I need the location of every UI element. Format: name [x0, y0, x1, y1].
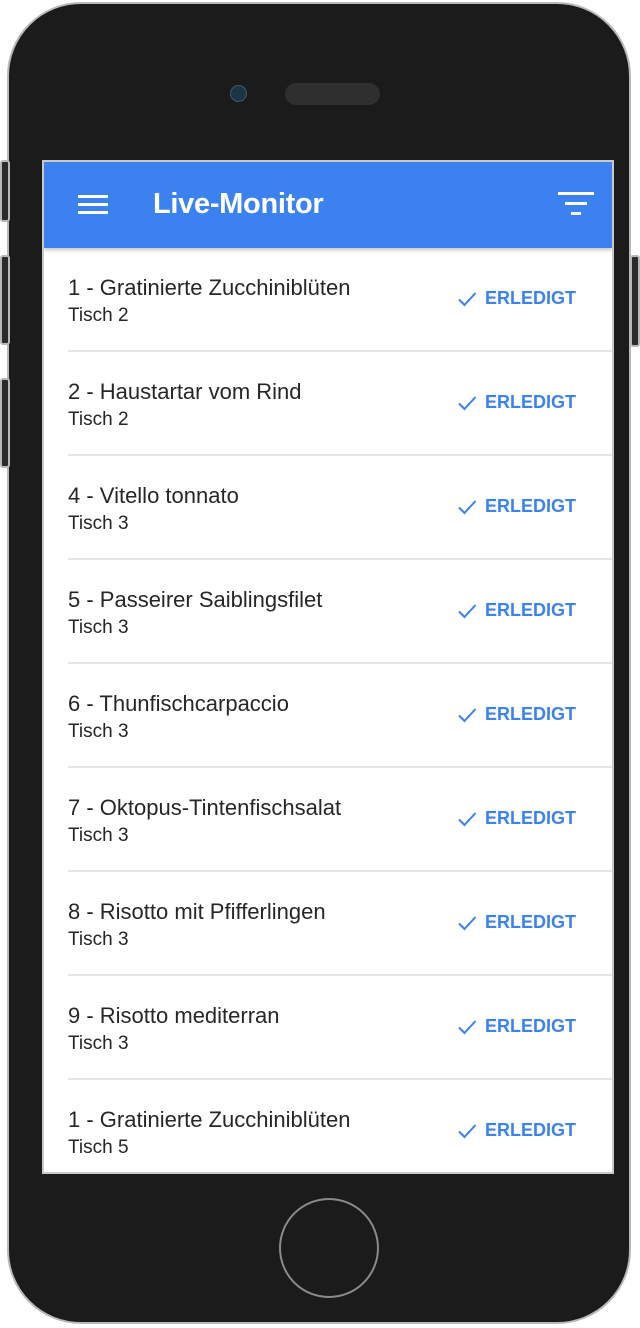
power-button[interactable]: [630, 255, 640, 347]
done-button[interactable]: ERLEDIGT: [457, 600, 576, 621]
dish-title: 6 - Thunfischcarpaccio: [68, 691, 289, 716]
volume-down-button[interactable]: [0, 378, 10, 468]
list-item: 6 - Thunfischcarpaccio Tisch 3 ERLEDIGT: [44, 664, 612, 768]
app-screen: Live-Monitor 1 - Gratinierte Zucchiniblü…: [42, 160, 614, 1174]
list-item: 5 - Passeirer Saiblingsfilet Tisch 3 ERL…: [44, 560, 612, 664]
done-button[interactable]: ERLEDIGT: [457, 1016, 576, 1037]
done-button-label: ERLEDIGT: [484, 1120, 576, 1140]
table-label: Tisch 2: [68, 409, 129, 430]
done-button-label: ERLEDIGT: [484, 496, 576, 516]
mute-switch[interactable]: [0, 160, 10, 222]
table-label: Tisch 2: [68, 305, 129, 326]
done-button-label: ERLEDIGT: [484, 808, 576, 828]
earpiece-speaker: [285, 83, 380, 105]
check-icon: [458, 1019, 477, 1034]
list-item: 1 - Gratinierte Zucchiniblüten Tisch 5 E…: [44, 1080, 612, 1172]
dish-title: 1 - Gratinierte Zucchiniblüten: [68, 1107, 351, 1132]
dish-title: 1 - Gratinierte Zucchiniblüten: [68, 275, 351, 300]
dish-title: 4 - Vitello tonnato: [68, 483, 239, 508]
done-button-label: ERLEDIGT: [484, 288, 576, 308]
done-button[interactable]: ERLEDIGT: [457, 288, 576, 309]
table-label: Tisch 3: [68, 617, 129, 638]
order-list: 1 - Gratinierte Zucchiniblüten Tisch 2 E…: [44, 248, 612, 1172]
list-item: 7 - Oktopus-Tintenfischsalat Tisch 3 ERL…: [44, 768, 612, 872]
list-item: 9 - Risotto mediterran Tisch 3 ERLEDIGT: [44, 976, 612, 1080]
table-label: Tisch 5: [68, 1137, 129, 1158]
done-button-label: ERLEDIGT: [484, 1016, 576, 1036]
check-icon: [458, 499, 477, 514]
phone-frame: Live-Monitor 1 - Gratinierte Zucchiniblü…: [7, 2, 631, 1324]
list-item: 4 - Vitello tonnato Tisch 3 ERLEDIGT: [44, 456, 612, 560]
done-button-label: ERLEDIGT: [484, 600, 576, 620]
table-label: Tisch 3: [68, 513, 129, 534]
page-title: Live-Monitor: [153, 188, 324, 220]
dish-title: 7 - Oktopus-Tintenfischsalat: [68, 795, 342, 820]
table-label: Tisch 3: [68, 1033, 129, 1054]
table-label: Tisch 3: [68, 721, 129, 742]
check-icon: [458, 811, 477, 826]
home-button[interactable]: [279, 1198, 379, 1298]
done-button-label: ERLEDIGT: [484, 392, 576, 412]
table-label: Tisch 3: [68, 825, 129, 846]
check-icon: [458, 707, 477, 722]
filter-icon[interactable]: [558, 192, 594, 218]
list-item: 1 - Gratinierte Zucchiniblüten Tisch 2 E…: [44, 248, 612, 352]
list-item: 8 - Risotto mit Pfifferlingen Tisch 3 ER…: [44, 872, 612, 976]
done-button-label: ERLEDIGT: [484, 912, 576, 932]
dish-title: 5 - Passeirer Saiblingsfilet: [68, 587, 323, 612]
check-icon: [458, 291, 477, 306]
done-button[interactable]: ERLEDIGT: [457, 704, 576, 725]
check-icon: [458, 395, 477, 410]
volume-up-button[interactable]: [0, 255, 10, 345]
done-button[interactable]: ERLEDIGT: [457, 496, 576, 517]
front-camera: [230, 85, 247, 102]
dish-title: 2 - Haustartar vom Rind: [68, 379, 302, 404]
dish-title: 8 - Risotto mit Pfifferlingen: [68, 899, 326, 924]
done-button[interactable]: ERLEDIGT: [457, 808, 576, 829]
done-button[interactable]: ERLEDIGT: [457, 392, 576, 413]
hamburger-menu-icon[interactable]: [78, 195, 110, 217]
table-label: Tisch 3: [68, 929, 129, 950]
done-button[interactable]: ERLEDIGT: [457, 912, 576, 933]
list-item: 2 - Haustartar vom Rind Tisch 2 ERLEDIGT: [44, 352, 612, 456]
done-button-label: ERLEDIGT: [484, 704, 576, 724]
check-icon: [458, 915, 477, 930]
dish-title: 9 - Risotto mediterran: [68, 1003, 280, 1028]
check-icon: [458, 1123, 477, 1138]
check-icon: [458, 603, 477, 618]
done-button[interactable]: ERLEDIGT: [457, 1120, 576, 1141]
app-bar: Live-Monitor: [44, 162, 612, 248]
